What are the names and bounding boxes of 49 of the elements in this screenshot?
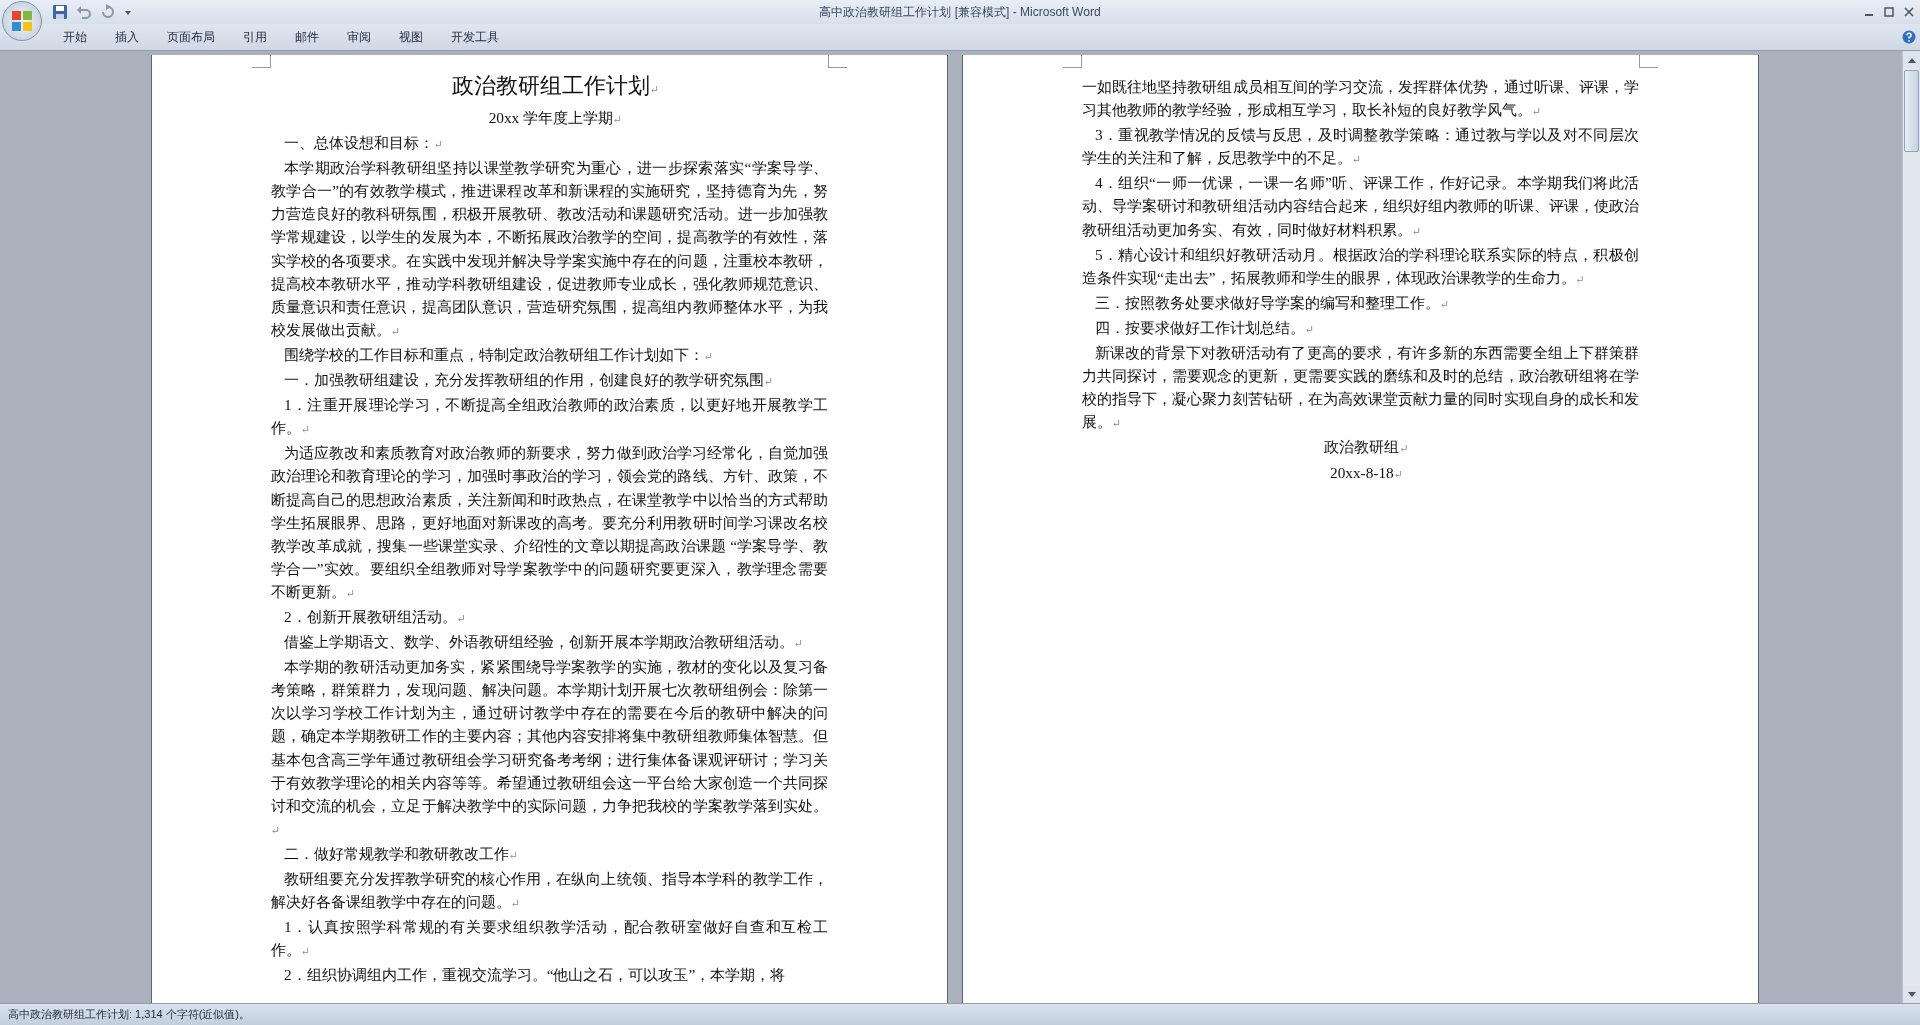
- corner-mark: [1063, 55, 1082, 68]
- maximize-icon[interactable]: [1884, 7, 1894, 17]
- paragraph: 为适应教改和素质教育对政治教师的新要求，努力做到政治学习经常化，自觉加强政治理论和教育理论的学习，加强时事政治的学习，领会党的路线、方针、政策，不断提高自己的思想政治素质，关注新闻和时政热点，在课堂教学中以恰当的方式帮助学生拓展眼界、思路，更好地面对新课改的高考。要充分利用教研时间学习课改名校教学改革成就，搜集一些课堂实录、介绍性的文章以期提高政治课题 “学案导学、教学合一”实效。要组织全组教师对导学案教学中的问题研究要更深入，教学理念需要不断更新。↵: [271, 443, 828, 602]
- document-title: 政治教研组工作计划↵: [450, 72, 661, 100]
- ribbon-tab[interactable]: 开发工具: [440, 24, 510, 50]
- centered-line: 20xx-8-18↵: [1329, 462, 1404, 483]
- ribbon-tab[interactable]: 邮件: [284, 24, 330, 50]
- save-icon[interactable]: [52, 4, 68, 20]
- paragraph: 新课改的背景下对教研活动有了更高的要求，有许多新的东西需要全组上下群策群力共同探讨，需要观念的更新，更需要实践的磨练和及时的总结，政治教研组将在学校的指导下，凝心聚力刻苦钻研，在为高效课堂贡献力量的同时实现自身的成长和发展。↵: [1082, 343, 1639, 433]
- corner-mark: [252, 55, 271, 68]
- paragraph: 一、总体设想和目标：↵: [283, 133, 445, 154]
- scroll-down-icon[interactable]: [1907, 991, 1916, 998]
- paragraph: 4．组织“一师一优课，一课一名师”听、评课工作，作好记录。本学期我们将此活动、导学案研讨和教研组活动内容结合起来，组织好组内教师的听课、评课，使政治教研组活动更加务实、有效，同时做好材料积累。↵: [1082, 173, 1639, 240]
- paragraph: 2．创新开展教研组活动。↵: [283, 606, 467, 627]
- help-icon[interactable]: [1902, 30, 1916, 44]
- ribbon-tab[interactable]: 插入: [104, 24, 150, 50]
- ribbon-tab[interactable]: 开始: [52, 24, 98, 50]
- ribbon-tab[interactable]: 审阅: [336, 24, 382, 50]
- scroll-thumb[interactable]: [1904, 70, 1919, 152]
- scroll-up-icon[interactable]: [1907, 56, 1916, 63]
- ribbon-tab[interactable]: 引用: [232, 24, 278, 50]
- corner-mark: [1639, 55, 1658, 68]
- paragraph: 本学期政治学科教研组坚持以课堂教学研究为重心，进一步探索落实“学案导学、教学合一”的有效教学模式，推进课程改革和新课程的实施研究，坚持德育为先，努力营造良好的教科研氛围，积极开展教研、教改活动和课题研究活动。进一步加强教学常规建设，以学生的发展为本，不断拓展政治教学的空间，提高教学的有效性，落实学校的各项要求。在实践中发现并解决导学案实施中存在的问题，注重校本教研，提高校本教研水平，推动学科教研组建设，促进教师专业成长，强化教师规范意识、质量意识和责任意识，提高团队意识，营造研究氛围，提高组内教师整体水平，为我校发展做出贡献。↵: [271, 158, 828, 340]
- paragraph: 三．按照教务处要求做好导学案的编写和整理工作。↵: [1094, 292, 1451, 313]
- vertical-scrollbar[interactable]: [1902, 51, 1920, 1003]
- paragraph: 四．按要求做好工作计划总结。↵: [1094, 317, 1316, 338]
- corner-mark: [828, 55, 847, 68]
- paragraph: 借鉴上学期语文、数学、外语教研组经验，创新开展本学期政治教研组活动。↵: [283, 632, 805, 653]
- window-title: 高中政治教研组工作计划 [兼容模式] - Microsoft Word: [819, 3, 1101, 21]
- paragraph: 二．做好常规教学和教研教改工作↵: [283, 843, 520, 864]
- paragraph: 本学期的教研活动更加务实，紧紧围绕导学案教学的实施，教材的变化以及复习备考策略，群策群力，发现问题、解决问题。本学期计划开展七次教研组例会：除第一次以学习学校工作计划为主，通过研讨教学中存在的需要在今后的教研中解决的问题，确定本学期教研工作的主要内容；其他内容安排将集中教研组教师集体智慧。但基本包含高三学年通过教研组会学习研究备考考纲；进行集体备课观评研讨；学习关于有效教学理论的相关内容等等。希望通过教研组会这一平台给大家创造一个共同探讨和交流的机会，立足于解决教学中的实际问题，力争把我校的学案教学落到实处。 ↵: [271, 657, 828, 838]
- paragraph: 2．组织协调组内工作，重视交流学习。“他山之石，可以攻玉”，本学期，将: [283, 965, 787, 986]
- paragraph: 围绕学校的工作目标和重点，特制定政治教研组工作计划如下：↵: [283, 344, 715, 365]
- paragraph: 一如既往地坚持教研组成员相互间的学习交流，发挥群体优势，通过听课、评课，学习其他教师的教学经验，形成相互学习，取长补短的良好教学风气。↵: [1082, 77, 1639, 121]
- ribbon-tab[interactable]: 视图: [388, 24, 434, 50]
- ribbon-tab[interactable]: 页面布局: [156, 24, 226, 50]
- paragraph: 教研组要充分发挥教学研究的核心作用，在纵向上统领、指导本学科的教学工作，解决好各备课组教学中存在的问题。↵: [271, 869, 828, 913]
- centered-line: 政治教研组↵: [1323, 437, 1410, 458]
- paragraph: 3．重视教学情况的反馈与反思，及时调整教学策略：通过教与学以及对不同层次学生的关注和了解，反思教学中的不足。↵: [1082, 125, 1639, 169]
- office-button[interactable]: [2, 1, 42, 41]
- paragraph: 1．认真按照学科常规的有关要求组织教学活动，配合教研室做好自查和互检工作。↵: [271, 917, 828, 961]
- paragraph: 1．注重开展理论学习，不断提高全组政治教师的政治素质，以更好地开展教学工作。↵: [271, 395, 828, 439]
- office-logo-icon: [9, 8, 35, 34]
- centered-line: 20xx 学年度上学期↵: [487, 108, 624, 128]
- close-icon[interactable]: [1904, 7, 1914, 17]
- status-text: 高中政治教研组工作计划: 1,314 个字符(近似值)。: [8, 1007, 251, 1022]
- paragraph: 5．精心设计和组织好教研活动月。根据政治的学科理论联系实际的特点，积极创造条件实现“走出去”，拓展教师和学生的眼界，体现政治课教学的生命力。↵: [1082, 244, 1639, 288]
- paragraph: 一．加强教研组建设，充分发挥教研组的作用，创建良好的教学研究氛围↵: [283, 370, 775, 391]
- dropdown-icon[interactable]: [124, 8, 132, 16]
